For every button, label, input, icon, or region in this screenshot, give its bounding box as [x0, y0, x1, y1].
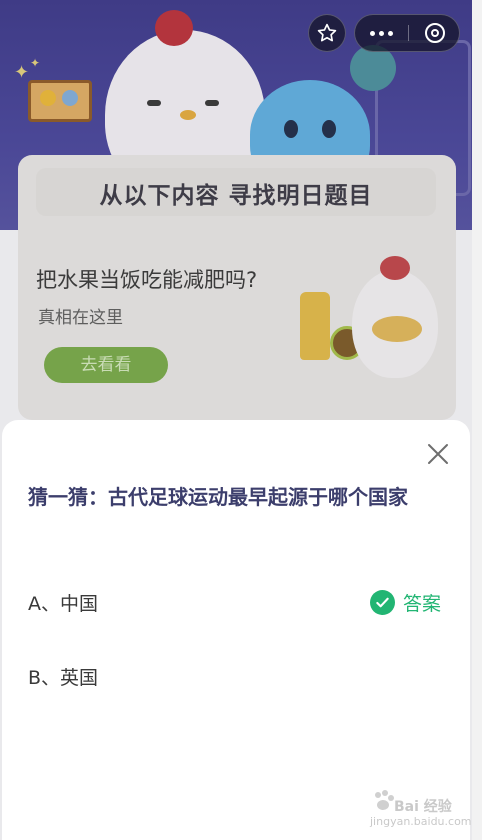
miniprogram-capsule: [354, 14, 460, 52]
sparkle-icon: ✦: [30, 56, 41, 70]
mascot-eye: [147, 100, 161, 106]
close-icon: [428, 444, 448, 464]
close-button[interactable]: [425, 441, 451, 467]
promo-headline[interactable]: 把水果当饭吃能减肥吗?: [36, 264, 257, 294]
more-dots-icon: [370, 30, 375, 36]
watermark-url: jingyan.baidu.com: [370, 815, 472, 828]
paw-logo-icon: [375, 790, 394, 810]
answer-label: 答案: [403, 592, 442, 615]
more-dots-icon: [388, 30, 393, 36]
watermark: Bai 经验 jingyan.baidu.com: [364, 782, 472, 832]
exit-button[interactable]: [409, 15, 461, 51]
check-circle: [370, 589, 395, 615]
circle-close-icon: [425, 23, 445, 43]
go-see-button[interactable]: 去看看: [44, 347, 168, 383]
gold-medal-icon: [40, 90, 56, 106]
more-dots-icon: [379, 30, 384, 36]
medal-frame-image: [28, 80, 92, 122]
fruit-plate-image: [372, 316, 422, 342]
answer-badge: 答案: [370, 589, 441, 615]
quiz-option-a[interactable]: A、中国: [28, 589, 428, 616]
quiz-question: 猜一猜：古代足球运动最早起源于哪个国家: [28, 485, 408, 509]
promo-subline: 真相在这里: [38, 308, 123, 328]
check-icon: [376, 597, 389, 607]
favorite-button[interactable]: [308, 14, 346, 52]
mascot-eye: [322, 120, 336, 138]
right-edge-strip: [472, 0, 482, 840]
page: ✦ ✦ 从以下内容 寻找明日题目 把水果当饭吃能减肥吗? 真相在这里 去看看 猜…: [0, 0, 472, 840]
sparkle-icon: ✦: [14, 62, 30, 83]
watermark-brand: Bai 经验: [394, 799, 452, 815]
quiz-option-b[interactable]: B、英国: [28, 663, 428, 690]
promo-card-title: 从以下内容 寻找明日题目: [99, 183, 373, 209]
mascot-eye: [205, 100, 219, 106]
juice-bottle-image: [300, 292, 330, 360]
blue-medal-icon: [62, 90, 78, 106]
mascot-beak: [180, 110, 196, 120]
chick-comb-image: [155, 10, 193, 46]
star-icon: [317, 23, 337, 42]
mascot-eye: [284, 120, 298, 138]
chick-comb-image: [380, 256, 410, 280]
more-button[interactable]: [355, 15, 408, 51]
